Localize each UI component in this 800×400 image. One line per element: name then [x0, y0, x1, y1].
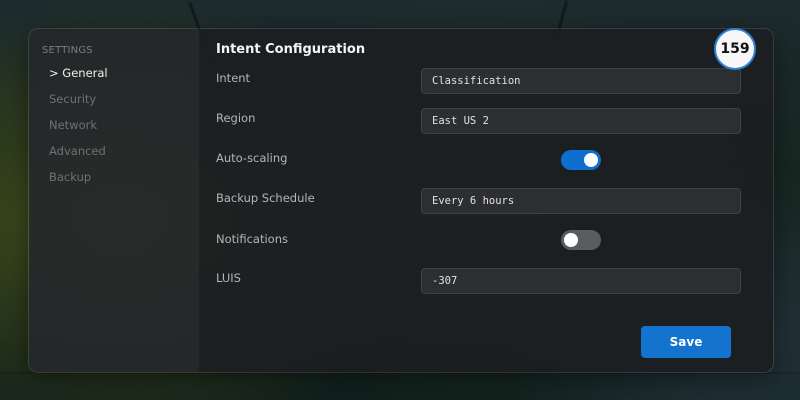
- sidebar-item-advanced[interactable]: Advanced: [49, 144, 106, 158]
- sidebar-item-network[interactable]: Network: [49, 118, 97, 132]
- sidebar-item-backup[interactable]: Backup: [49, 170, 91, 184]
- page-title: Intent Configuration: [216, 42, 366, 57]
- notifications-label: Notifications: [216, 232, 288, 246]
- region-label: Region: [216, 111, 256, 125]
- sidebar-heading: SETTINGS: [42, 45, 93, 56]
- count-badge: 159: [714, 28, 756, 70]
- region-field[interactable]: East US 2: [421, 108, 741, 134]
- intent-label: Intent: [216, 71, 251, 85]
- settings-dialog: SETTINGS > General Security Network Adva…: [28, 28, 774, 373]
- luis-field[interactable]: -307: [421, 268, 741, 294]
- toggle-knob: [564, 233, 578, 247]
- sidebar-item-security[interactable]: Security: [49, 92, 96, 106]
- notifications-toggle[interactable]: [561, 230, 601, 250]
- luis-label: LUIS: [216, 271, 241, 285]
- sidebar-item-general[interactable]: > General: [49, 66, 108, 80]
- backup-schedule-label: Backup Schedule: [216, 191, 315, 205]
- save-button[interactable]: Save: [641, 326, 731, 358]
- settings-main: Intent Configuration Intent Classificati…: [199, 29, 773, 372]
- backup-schedule-field[interactable]: Every 6 hours: [421, 188, 741, 214]
- auto-scaling-label: Auto-scaling: [216, 151, 288, 165]
- auto-scaling-toggle[interactable]: [561, 150, 601, 170]
- intent-field[interactable]: Classification: [421, 68, 741, 94]
- settings-sidebar: SETTINGS > General Security Network Adva…: [29, 29, 199, 372]
- toggle-knob: [584, 153, 598, 167]
